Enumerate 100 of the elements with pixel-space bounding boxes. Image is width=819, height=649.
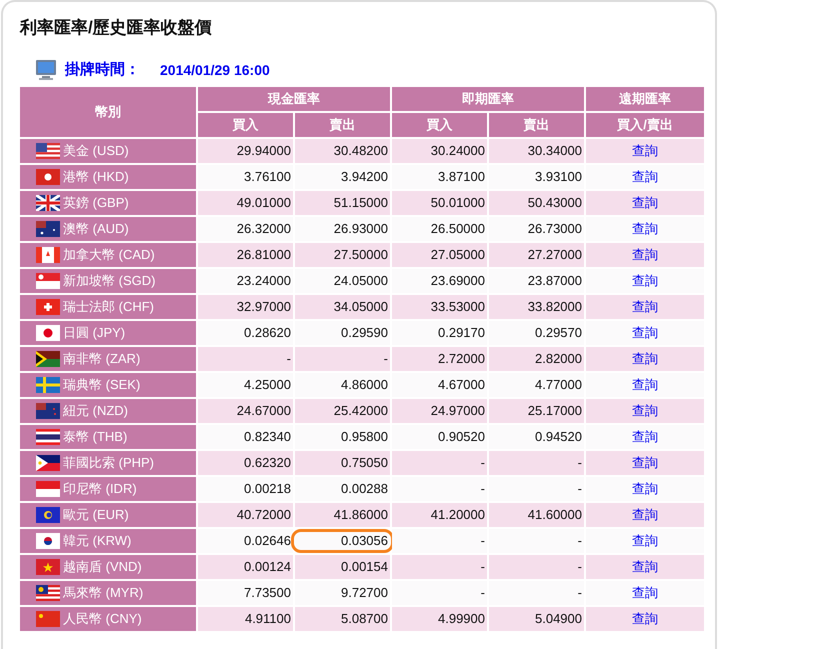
- rate-cell: 2.82000: [489, 347, 584, 371]
- rate-cell: 25.17000: [489, 399, 584, 423]
- rate-cell: 9.72700: [295, 581, 390, 605]
- rate-cell: -: [295, 347, 390, 371]
- column-header: 即期匯率: [392, 87, 584, 111]
- rate-cell: -: [489, 555, 584, 579]
- rate-cell: 0.94520: [489, 425, 584, 449]
- rate-cell: 50.43000: [489, 191, 584, 215]
- query-link[interactable]: 查詢: [632, 143, 658, 158]
- column-header: 買入: [392, 113, 487, 137]
- query-link[interactable]: 查詢: [632, 559, 658, 574]
- monitor-icon: [35, 59, 57, 81]
- rate-cell: 0.00288: [295, 477, 390, 501]
- rate-cell: -: [198, 347, 293, 371]
- query-link[interactable]: 查詢: [632, 299, 658, 314]
- currency-name: 瑞士法郎 (CHF): [63, 298, 154, 316]
- currency-name: 加拿大幣 (CAD): [63, 246, 155, 264]
- currency-name: 南非幣 (ZAR): [63, 350, 140, 368]
- rate-cell: 4.86000: [295, 373, 390, 397]
- column-header: 買入/賣出: [586, 113, 704, 137]
- flag-icon: [36, 169, 60, 185]
- currency-name: 英鎊 (GBP): [63, 194, 129, 212]
- rate-cell: 0.75050: [295, 451, 390, 475]
- query-link[interactable]: 查詢: [632, 325, 658, 340]
- currency-name: 歐元 (EUR): [63, 506, 129, 524]
- query-link[interactable]: 查詢: [632, 247, 658, 262]
- flag-icon: [36, 533, 60, 549]
- rate-cell: 0.29170: [392, 321, 487, 345]
- rate-cell: 50.01000: [392, 191, 487, 215]
- flag-icon: [36, 559, 60, 575]
- query-link[interactable]: 查詢: [632, 429, 658, 444]
- query-link[interactable]: 查詢: [632, 169, 658, 184]
- currency-name: 越南盾 (VND): [63, 558, 142, 576]
- currency-name: 澳幣 (AUD): [63, 220, 129, 238]
- rate-cell: 33.82000: [489, 295, 584, 319]
- flag-icon: [36, 247, 60, 263]
- column-header: 現金匯率: [198, 87, 390, 111]
- column-header: 賣出: [489, 113, 584, 137]
- query-link[interactable]: 查詢: [632, 351, 658, 366]
- flag-icon: [36, 455, 60, 471]
- flag-icon: [36, 611, 60, 627]
- flag-icon: [36, 585, 60, 601]
- query-link[interactable]: 查詢: [632, 481, 658, 496]
- rate-cell: 32.97000: [198, 295, 293, 319]
- currency-name: 瑞典幣 (SEK): [63, 376, 140, 394]
- rate-cell: -: [489, 451, 584, 475]
- currency-name: 紐元 (NZD): [63, 402, 128, 420]
- currency-name: 新加坡幣 (SGD): [63, 272, 156, 290]
- rate-cell: 4.25000: [198, 373, 293, 397]
- rate-cell: 24.97000: [392, 399, 487, 423]
- rate-cell: 23.87000: [489, 269, 584, 293]
- rate-cell: 27.50000: [295, 243, 390, 267]
- rate-cell: 0.95800: [295, 425, 390, 449]
- rate-cell: 30.34000: [489, 139, 584, 163]
- rate-cell: 27.05000: [392, 243, 487, 267]
- rate-cell: 49.01000: [198, 191, 293, 215]
- rate-cell: 30.24000: [392, 139, 487, 163]
- flag-icon: [36, 481, 60, 497]
- rate-cell: 26.32000: [198, 217, 293, 241]
- rate-cell: 26.50000: [392, 217, 487, 241]
- rate-cell: 5.04900: [489, 607, 584, 631]
- rate-cell: 3.93100: [489, 165, 584, 189]
- posted-time: 2014/01/29 16:00: [160, 60, 270, 80]
- query-link[interactable]: 查詢: [632, 403, 658, 418]
- rate-cell: 30.48200: [295, 139, 390, 163]
- query-link[interactable]: 查詢: [632, 195, 658, 210]
- query-link[interactable]: 查詢: [632, 455, 658, 470]
- rate-cell: 4.67000: [392, 373, 487, 397]
- rate-cell: 3.76100: [198, 165, 293, 189]
- query-link[interactable]: 查詢: [632, 611, 658, 626]
- query-link[interactable]: 查詢: [632, 585, 658, 600]
- flag-icon: [36, 299, 60, 315]
- rate-cell: -: [392, 529, 487, 553]
- flag-icon: [36, 507, 60, 523]
- rate-cell: -: [392, 581, 487, 605]
- rate-cell: 0.29590: [295, 321, 390, 345]
- rate-cell: 34.05000: [295, 295, 390, 319]
- rate-cell: 26.93000: [295, 217, 390, 241]
- query-link[interactable]: 查詢: [632, 533, 658, 548]
- rate-cell: -: [392, 451, 487, 475]
- query-link[interactable]: 查詢: [632, 273, 658, 288]
- rate-cell: 41.20000: [392, 503, 487, 527]
- query-link[interactable]: 查詢: [632, 221, 658, 236]
- rate-cell: 0.29570: [489, 321, 584, 345]
- rate-cell: 25.42000: [295, 399, 390, 423]
- rate-cell: 41.60000: [489, 503, 584, 527]
- query-link[interactable]: 查詢: [632, 377, 658, 392]
- rate-cell: 4.99900: [392, 607, 487, 631]
- currency-name: 泰幣 (THB): [63, 428, 128, 446]
- rate-cell: 26.81000: [198, 243, 293, 267]
- column-header: 買入: [198, 113, 293, 137]
- rate-cell: 3.87100: [392, 165, 487, 189]
- rate-cell: 0.00218: [198, 477, 293, 501]
- flag-icon: [36, 143, 60, 159]
- query-link[interactable]: 查詢: [632, 507, 658, 522]
- rate-cell: -: [489, 529, 584, 553]
- column-header: 賣出: [295, 113, 390, 137]
- currency-name: 日圓 (JPY): [63, 324, 126, 342]
- currency-name: 人民幣 (CNY): [63, 610, 142, 628]
- rate-cell: 3.94200: [295, 165, 390, 189]
